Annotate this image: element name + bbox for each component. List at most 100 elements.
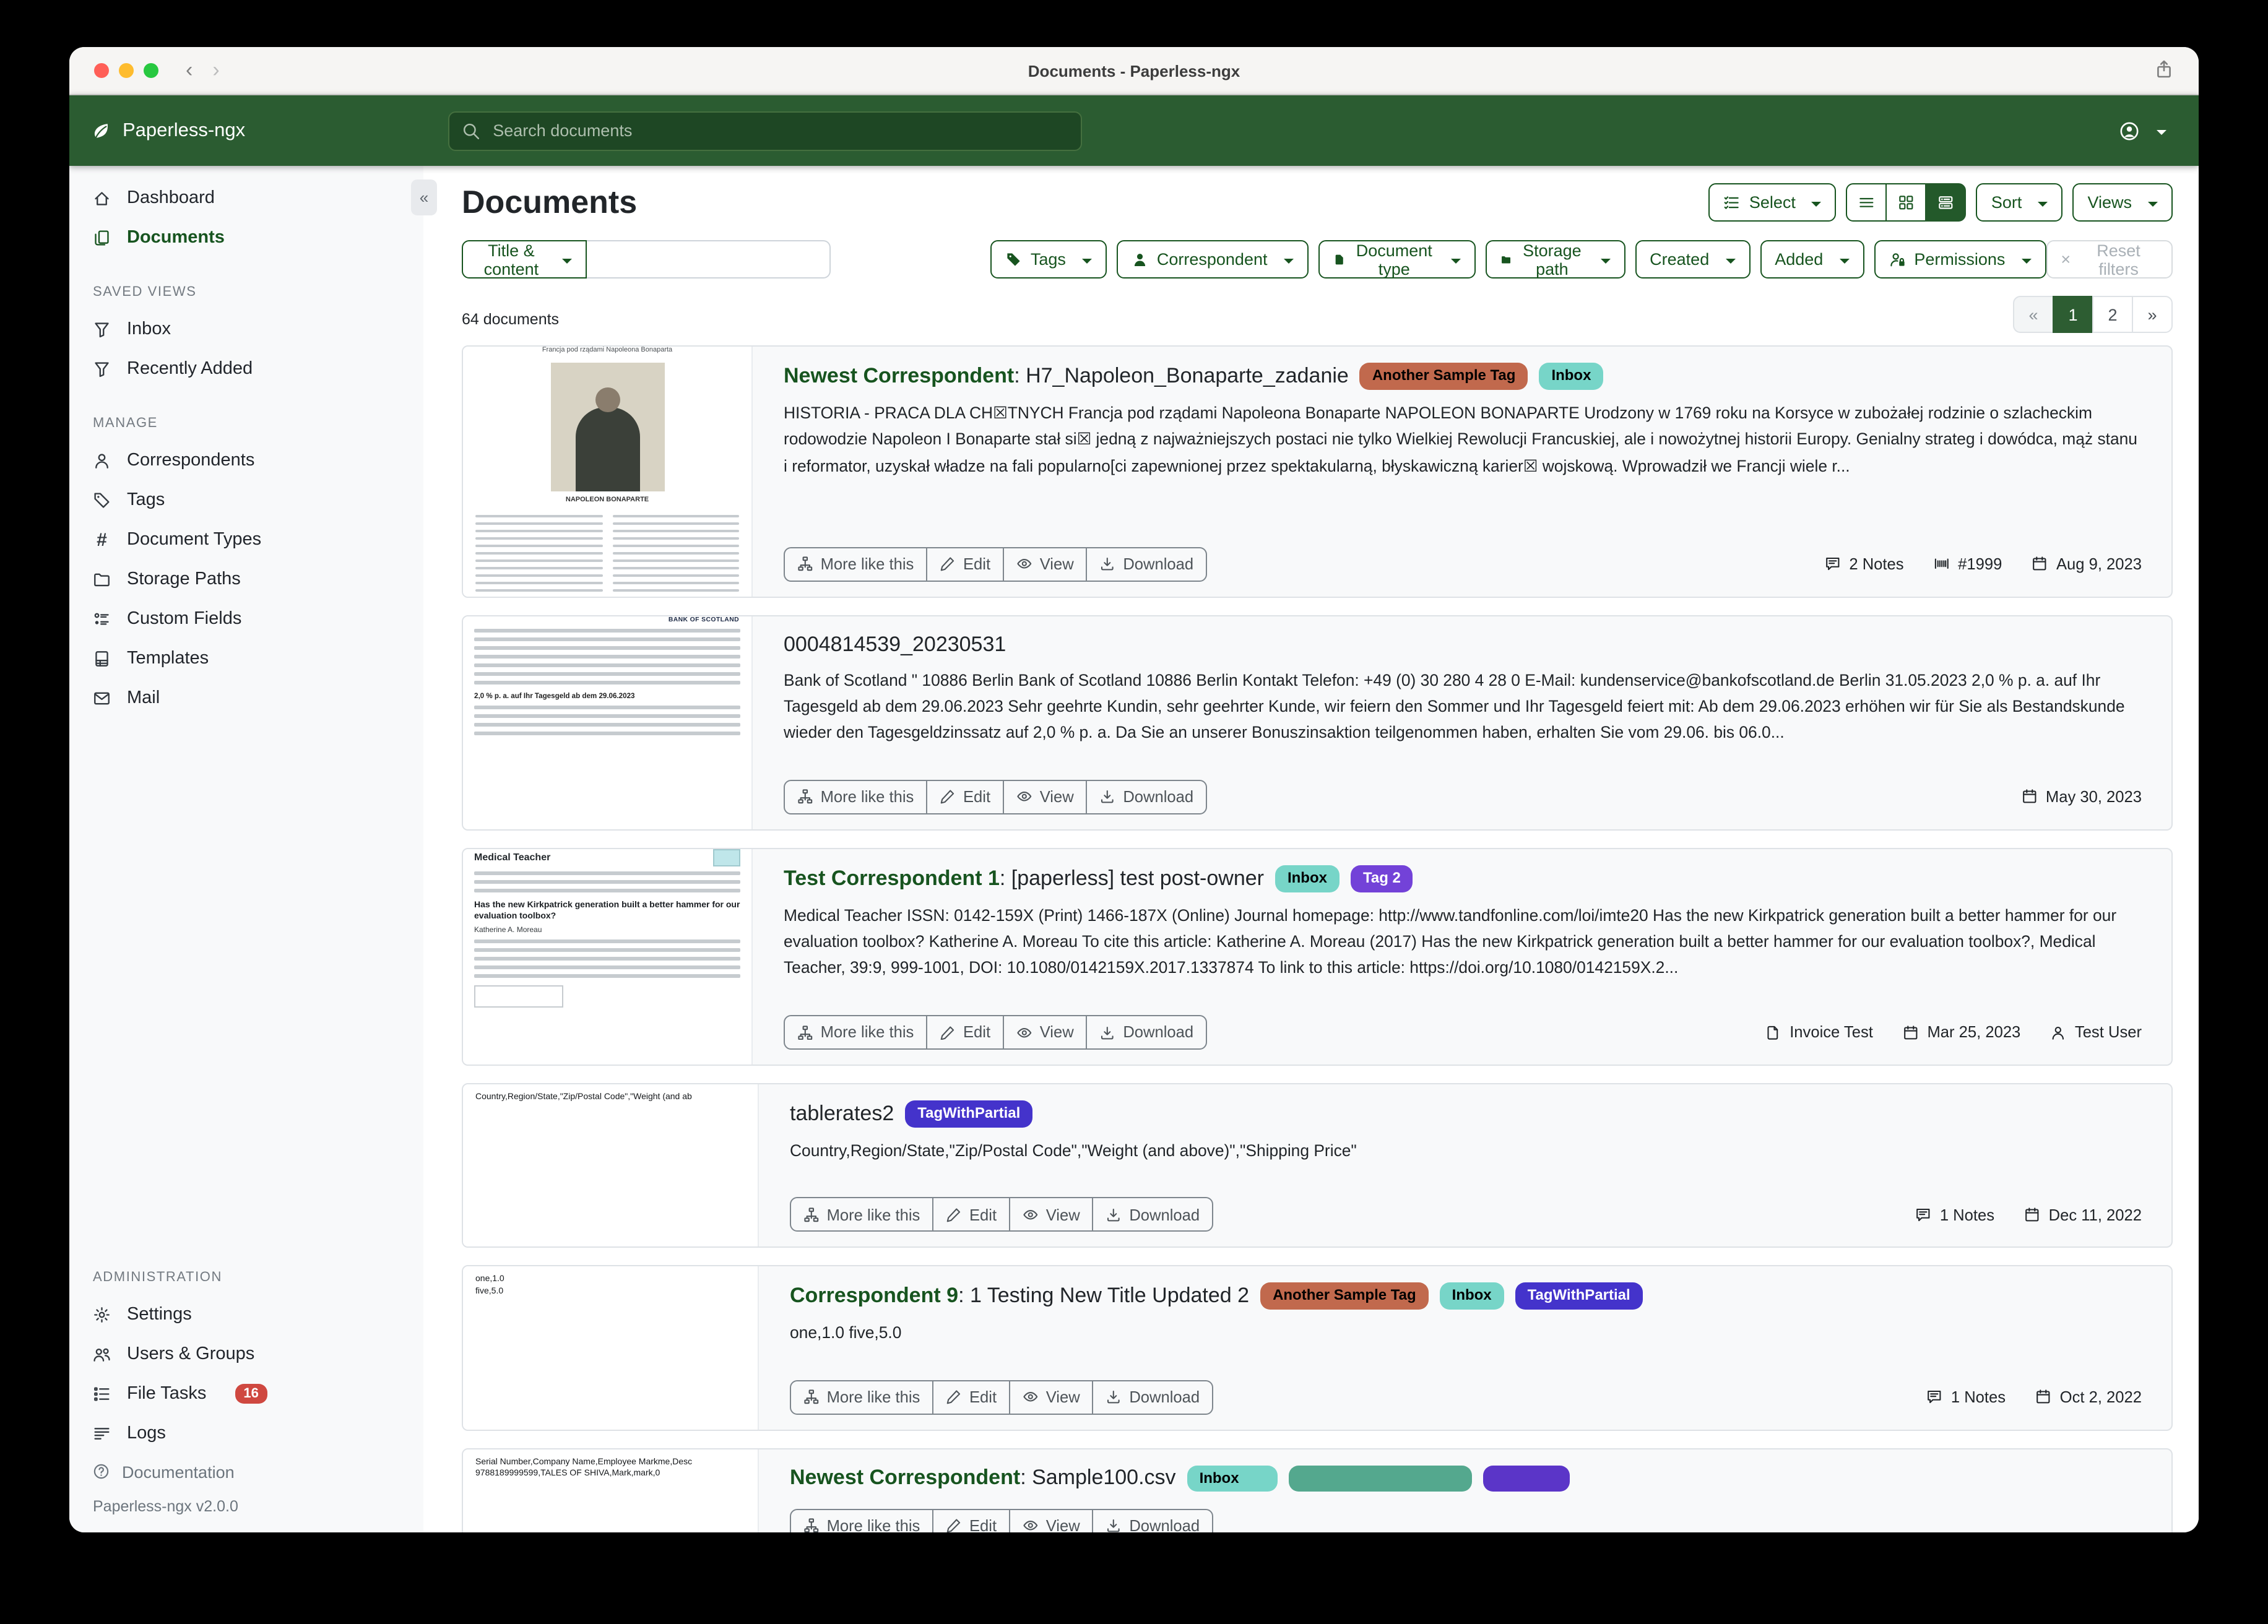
sidebar-item-tags[interactable]: Tags bbox=[69, 480, 423, 520]
meta-doctype[interactable]: Invoice Test bbox=[1765, 1023, 1873, 1042]
filter-text-input[interactable] bbox=[587, 240, 831, 279]
select-button[interactable]: Select bbox=[1709, 183, 1837, 222]
filter-added-button[interactable]: Added bbox=[1760, 240, 1864, 279]
sidebar-item-documents[interactable]: Documents bbox=[69, 218, 423, 257]
view-toggle-grid[interactable] bbox=[1886, 183, 1927, 222]
view-button[interactable]: View bbox=[1009, 1198, 1094, 1232]
more-like-this-button[interactable]: More like this bbox=[784, 546, 927, 581]
download-button[interactable]: Download bbox=[1093, 1380, 1213, 1414]
tag-inbox[interactable]: Inbox bbox=[1187, 1465, 1278, 1491]
forward-icon[interactable]: › bbox=[212, 58, 219, 83]
more-like-this-button[interactable]: More like this bbox=[790, 1508, 933, 1532]
more-like-this-button[interactable]: More like this bbox=[784, 780, 927, 814]
tag-tag-2[interactable]: Tag 2 bbox=[1351, 865, 1413, 892]
user-menu[interactable] bbox=[2119, 121, 2199, 140]
meta-notes[interactable]: 1 Notes bbox=[1926, 1388, 2006, 1406]
views-button[interactable]: Views bbox=[2072, 183, 2173, 222]
more-like-this-button[interactable]: More like this bbox=[784, 1015, 927, 1050]
filter-permissions-button[interactable]: Permissions bbox=[1874, 240, 2046, 279]
view-button[interactable]: View bbox=[1009, 1380, 1094, 1414]
filter-correspondent-button[interactable]: Correspondent bbox=[1117, 240, 1309, 279]
meta-notes[interactable]: 1 Notes bbox=[1915, 1206, 1994, 1224]
filter-field-selector[interactable]: Title & content bbox=[462, 240, 587, 279]
filter-storage-path-button[interactable]: Storage path bbox=[1486, 240, 1625, 279]
sidebar-item-custom-fields[interactable]: Custom Fields bbox=[69, 599, 423, 639]
search-input[interactable] bbox=[490, 120, 1068, 141]
download-button[interactable]: Download bbox=[1086, 780, 1207, 814]
document-thumbnail[interactable]: Serial Number,Company Name,Employee Mark… bbox=[463, 1449, 759, 1532]
sidebar-collapse-button[interactable]: « bbox=[411, 179, 437, 215]
sidebar-item-users-groups[interactable]: Users & Groups bbox=[69, 1334, 423, 1374]
document-correspondent[interactable]: Newest Correspondent bbox=[790, 1466, 1020, 1489]
tag-another-sample-tag[interactable]: Another Sample Tag bbox=[1360, 363, 1528, 390]
sidebar-item-file-tasks[interactable]: File Tasks16 bbox=[69, 1374, 423, 1414]
filter-created-button[interactable]: Created bbox=[1635, 240, 1750, 279]
sidebar-item-storage-paths[interactable]: Storage Paths bbox=[69, 559, 423, 599]
more-like-this-button[interactable]: More like this bbox=[790, 1198, 933, 1232]
minimize-window-button[interactable] bbox=[119, 63, 134, 78]
share-icon[interactable] bbox=[2154, 59, 2174, 79]
meta-date[interactable]: May 30, 2023 bbox=[2021, 788, 2142, 806]
document-thumbnail[interactable]: Medical TeacherHas the new Kirkpatrick g… bbox=[463, 849, 753, 1065]
download-button[interactable]: Download bbox=[1086, 546, 1207, 581]
reset-filters-button[interactable]: × Reset filters bbox=[2046, 240, 2173, 279]
edit-button[interactable]: Edit bbox=[932, 1508, 1010, 1532]
page-button-2[interactable]: 2 bbox=[2092, 296, 2133, 333]
filter-tags-button[interactable]: Tags bbox=[990, 240, 1107, 279]
meta-user[interactable]: Test User bbox=[2050, 1023, 2142, 1042]
meta-notes[interactable]: 2 Notes bbox=[1825, 555, 1904, 573]
view-toggle-list[interactable] bbox=[1846, 183, 1887, 222]
document-correspondent[interactable]: Newest Correspondent bbox=[784, 364, 1014, 387]
sidebar-item-settings[interactable]: Settings bbox=[69, 1295, 423, 1334]
view-button[interactable]: View bbox=[1009, 1508, 1094, 1532]
document-thumbnail[interactable]: BANK OF SCOTLAND2,0 % p. a. auf Ihr Tage… bbox=[463, 616, 753, 829]
page-button-prev[interactable]: « bbox=[2013, 296, 2054, 333]
tag-inbox[interactable]: Inbox bbox=[1275, 865, 1340, 892]
edit-button[interactable]: Edit bbox=[926, 1015, 1004, 1050]
tag-another-sample-tag[interactable]: Another Sample Tag bbox=[1260, 1283, 1429, 1310]
sidebar-item-recently-added[interactable]: Recently Added bbox=[69, 349, 423, 389]
filter-document-type-button[interactable]: Document type bbox=[1318, 240, 1476, 279]
document-correspondent[interactable]: Test Correspondent 1 bbox=[784, 866, 1000, 889]
tag-item[interactable] bbox=[1483, 1465, 1570, 1491]
view-toggle-details[interactable] bbox=[1926, 183, 1967, 222]
meta-date[interactable]: Mar 25, 2023 bbox=[1903, 1023, 2020, 1042]
documentation-link[interactable]: Documentation bbox=[69, 1453, 423, 1490]
back-icon[interactable]: ‹ bbox=[186, 58, 193, 83]
download-button[interactable]: Download bbox=[1093, 1508, 1213, 1532]
sidebar-item-mail[interactable]: Mail bbox=[69, 678, 423, 718]
edit-button[interactable]: Edit bbox=[926, 546, 1004, 581]
tag-tagwithpartial[interactable]: TagWithPartial bbox=[905, 1100, 1032, 1128]
edit-button[interactable]: Edit bbox=[932, 1198, 1010, 1232]
document-thumbnail[interactable]: Francja pod rządami Napoleona BonapartaN… bbox=[463, 347, 753, 596]
sidebar-item-dashboard[interactable]: Dashboard bbox=[69, 178, 423, 218]
tag-inbox[interactable]: Inbox bbox=[1539, 363, 1603, 390]
sidebar-item-correspondents[interactable]: Correspondents bbox=[69, 441, 423, 480]
sidebar-item-templates[interactable]: Templates bbox=[69, 639, 423, 678]
sidebar-item-document-types[interactable]: #Document Types bbox=[69, 520, 423, 559]
tag-tagwithpartial[interactable]: TagWithPartial bbox=[1515, 1283, 1643, 1310]
edit-button[interactable]: Edit bbox=[932, 1380, 1010, 1414]
sort-button[interactable]: Sort bbox=[1976, 183, 2063, 222]
tag-inbox[interactable]: Inbox bbox=[1440, 1283, 1504, 1310]
meta-asn[interactable]: #1999 bbox=[1934, 555, 2002, 573]
page-button-next[interactable]: » bbox=[2132, 296, 2173, 333]
view-button[interactable]: View bbox=[1003, 546, 1088, 581]
download-button[interactable]: Download bbox=[1093, 1198, 1213, 1232]
sidebar-item-inbox[interactable]: Inbox bbox=[69, 309, 423, 349]
meta-date[interactable]: Oct 2, 2022 bbox=[2035, 1388, 2142, 1406]
tag-item[interactable] bbox=[1289, 1465, 1472, 1491]
view-button[interactable]: View bbox=[1003, 780, 1088, 814]
document-thumbnail[interactable]: one,1.0 five,5.0 bbox=[463, 1267, 759, 1430]
meta-date[interactable]: Dec 11, 2022 bbox=[2024, 1206, 2142, 1224]
edit-button[interactable]: Edit bbox=[926, 780, 1004, 814]
more-like-this-button[interactable]: More like this bbox=[790, 1380, 933, 1414]
zoom-window-button[interactable] bbox=[144, 63, 158, 78]
brand[interactable]: Paperless-ngx bbox=[69, 119, 448, 142]
download-button[interactable]: Download bbox=[1086, 1015, 1207, 1050]
document-correspondent[interactable]: Correspondent 9 bbox=[790, 1284, 958, 1307]
sidebar-item-logs[interactable]: Logs bbox=[69, 1414, 423, 1453]
close-window-button[interactable] bbox=[94, 63, 109, 78]
page-button-1[interactable]: 1 bbox=[2053, 296, 2093, 333]
view-button[interactable]: View bbox=[1003, 1015, 1088, 1050]
